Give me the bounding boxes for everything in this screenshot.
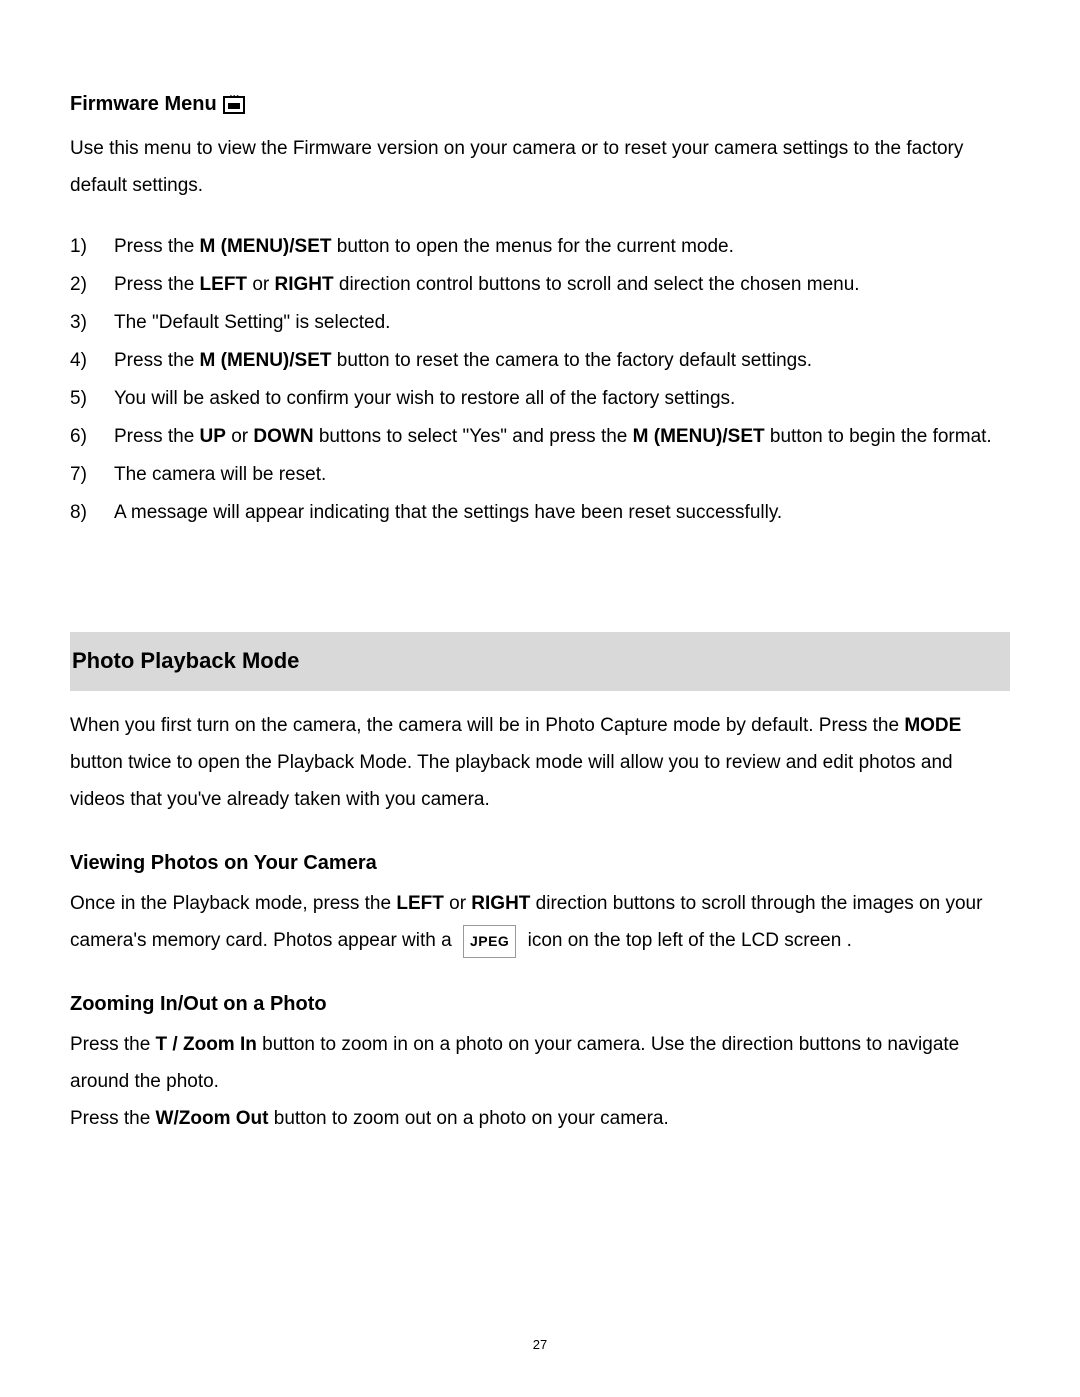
list-item: 8) A message will appear indicating that… (70, 494, 1010, 532)
list-text: Press the LEFT or RIGHT direction contro… (114, 266, 1010, 304)
list-marker: 3) (70, 304, 114, 342)
list-text: You will be asked to confirm your wish t… (114, 380, 1010, 418)
zoom-in-para: Press the T / Zoom In button to zoom in … (70, 1026, 1010, 1100)
bold-text: UP (200, 426, 226, 447)
list-item: 4) Press the M (MENU)/SET button to rese… (70, 342, 1010, 380)
bold-text: M (MENU)/SET (200, 350, 332, 371)
playback-intro: When you first turn on the camera, the c… (70, 707, 1010, 818)
bold-text: M (MENU)/SET (633, 426, 765, 447)
viewing-photos-heading: Viewing Photos on Your Camera (70, 844, 1010, 883)
list-marker: 6) (70, 418, 114, 456)
list-marker: 1) (70, 228, 114, 266)
heading-text: Firmware Menu (70, 85, 217, 124)
list-text: A message will appear indicating that th… (114, 494, 1010, 532)
list-text: Press the UP or DOWN buttons to select "… (114, 418, 1010, 456)
list-item: 1) Press the M (MENU)/SET button to open… (70, 228, 1010, 266)
page-number: 27 (0, 1332, 1080, 1357)
bold-text: RIGHT (275, 274, 334, 295)
list-marker: 8) (70, 494, 114, 532)
list-marker: 4) (70, 342, 114, 380)
bold-text: DOWN (253, 426, 313, 447)
bold-text: T / Zoom In (156, 1034, 257, 1055)
list-item: 7) The camera will be reset. (70, 456, 1010, 494)
bold-text: RIGHT (471, 893, 530, 914)
firmware-icon (223, 96, 245, 114)
list-text: Press the M (MENU)/SET button to open th… (114, 228, 1010, 266)
list-text: Press the M (MENU)/SET button to reset t… (114, 342, 1010, 380)
firmware-menu-heading: Firmware Menu (70, 85, 1010, 124)
bold-text: W/Zoom Out (156, 1108, 269, 1129)
zooming-heading: Zooming In/Out on a Photo (70, 985, 1010, 1024)
bold-text: M (MENU)/SET (200, 236, 332, 257)
list-marker: 2) (70, 266, 114, 304)
firmware-intro: Use this menu to view the Firmware versi… (70, 130, 1010, 204)
list-text: The "Default Setting" is selected. (114, 304, 1010, 342)
list-marker: 7) (70, 456, 114, 494)
firmware-steps-list: 1) Press the M (MENU)/SET button to open… (70, 228, 1010, 532)
list-item: 3) The "Default Setting" is selected. (70, 304, 1010, 342)
jpeg-icon: JPEG (463, 925, 516, 958)
list-text: The camera will be reset. (114, 456, 1010, 494)
list-marker: 5) (70, 380, 114, 418)
list-item: 6) Press the UP or DOWN buttons to selec… (70, 418, 1010, 456)
bold-text: MODE (904, 715, 961, 736)
list-item: 2) Press the LEFT or RIGHT direction con… (70, 266, 1010, 304)
list-item: 5) You will be asked to confirm your wis… (70, 380, 1010, 418)
zoom-out-para: Press the W/Zoom Out button to zoom out … (70, 1100, 1010, 1137)
viewing-photos-para: Once in the Playback mode, press the LEF… (70, 885, 1010, 959)
playback-section-header: Photo Playback Mode (70, 632, 1010, 691)
bold-text: LEFT (200, 274, 248, 295)
bold-text: LEFT (396, 893, 444, 914)
